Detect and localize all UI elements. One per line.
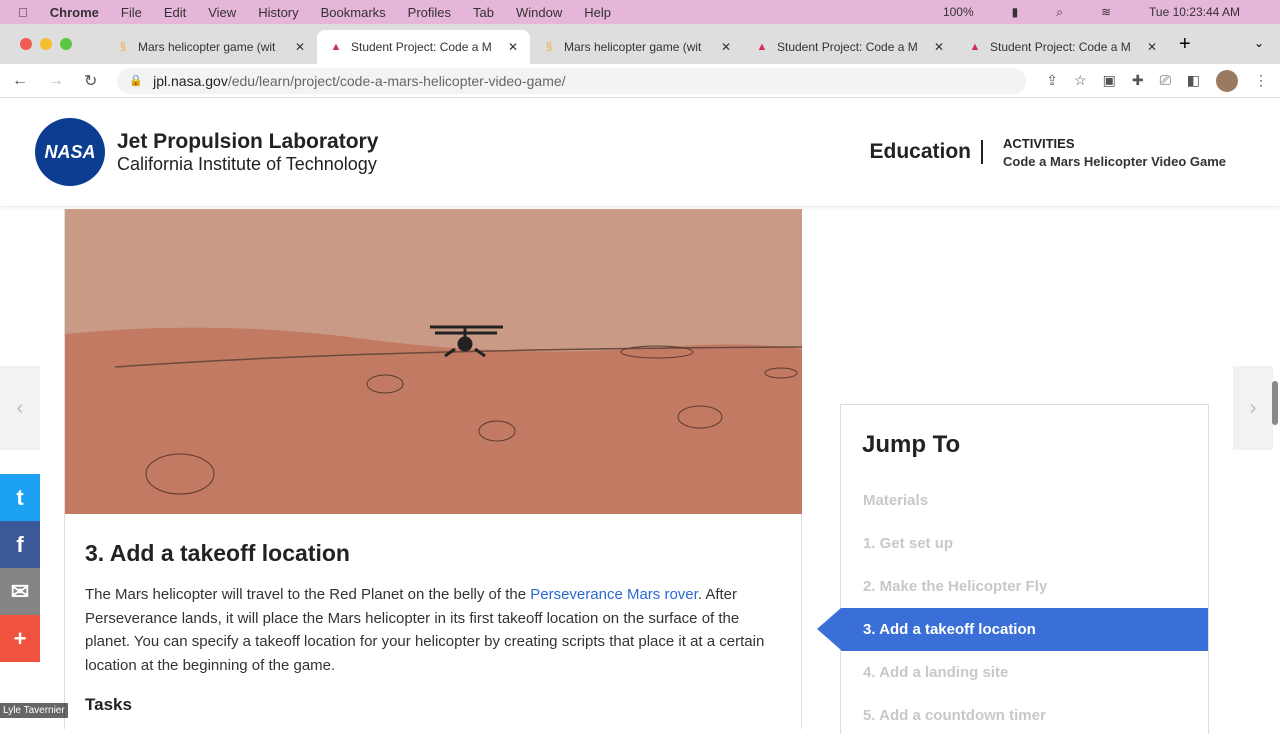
scratch-icon: § — [119, 41, 127, 53]
perseverance-link[interactable]: Perseverance Mars rover — [530, 586, 698, 603]
tab-active[interactable]: ▲ Student Project: Code a M ✕ — [317, 30, 530, 64]
page-scrollbar[interactable] — [1272, 381, 1278, 425]
scratch-icon: § — [545, 41, 553, 53]
jump-item-countdown-timer[interactable]: 5. Add a countdown timer — [841, 694, 1208, 737]
menu-chrome[interactable]: Chrome — [50, 5, 99, 20]
mars-game-video[interactable] — [65, 209, 802, 514]
more-share-button[interactable]: + — [0, 615, 40, 662]
tab[interactable]: § Mars helicopter game (wit ✕ — [530, 30, 743, 64]
jump-item-landing-site[interactable]: 4. Add a landing site — [841, 651, 1208, 694]
menu-bookmarks[interactable]: Bookmarks — [321, 5, 386, 20]
macos-menubar:  Chrome File Edit View History Bookmark… — [0, 0, 1280, 24]
lock-icon: 🔒 — [129, 75, 144, 87]
close-tab-icon[interactable]: ✕ — [508, 40, 518, 54]
breadcrumb-activities[interactable]: ACTIVITIES — [1003, 136, 1226, 151]
menu-kebab-icon[interactable]: ⋮ — [1254, 72, 1268, 89]
section-education-link[interactable]: Education — [869, 140, 983, 164]
jpl-icon: ▲ — [330, 41, 342, 53]
profile-avatar[interactable] — [1216, 69, 1238, 92]
site-header: NASA Jet Propulsion Laboratory Californi… — [0, 98, 1280, 207]
close-tab-icon[interactable]: ✕ — [721, 40, 731, 54]
section-heading: 3. Add a takeoff location — [85, 540, 350, 566]
battery-icon[interactable]: ▮ — [1012, 5, 1019, 19]
close-tab-icon[interactable]: ✕ — [934, 40, 944, 54]
social-share-bar: t f ✉ + — [0, 474, 40, 662]
menu-edit[interactable]: Edit — [164, 5, 186, 20]
tab[interactable]: § Mars helicopter game (wit ✕ — [104, 30, 317, 64]
email-share-button[interactable]: ✉ — [0, 568, 40, 615]
back-button[interactable]: ← — [12, 72, 28, 90]
facebook-share-button[interactable]: f — [0, 521, 40, 568]
jump-item-make-fly[interactable]: 2. Make the Helicopter Fly — [841, 565, 1208, 608]
breadcrumb-current: Code a Mars Helicopter Video Game — [1003, 153, 1226, 169]
cast-icon[interactable]: ⎚ — [1160, 72, 1171, 89]
menu-window[interactable]: Window — [516, 5, 562, 20]
menu-file[interactable]: File — [121, 5, 142, 20]
jump-item-takeoff-location[interactable]: 3. Add a takeoff location — [817, 608, 1208, 651]
jpl-title[interactable]: Jet Propulsion Laboratory California Ins… — [117, 130, 378, 175]
menu-history[interactable]: History — [258, 5, 298, 20]
tab[interactable]: ▲ Student Project: Code a M ✕ — [743, 30, 956, 64]
menu-view[interactable]: View — [208, 5, 236, 20]
presenter-name-label: Lyle Tavernier — [0, 703, 68, 718]
minimize-window-button[interactable] — [40, 38, 52, 50]
article: 3. Add a takeoff location The Mars helic… — [64, 209, 802, 729]
url-path: /edu/learn/project/code-a-mars-helicopte… — [227, 72, 566, 89]
close-window-button[interactable] — [20, 38, 32, 50]
jump-to-title: Jump To — [862, 431, 961, 458]
url-domain: jpl.nasa.gov — [153, 72, 228, 89]
next-arrow-button[interactable]: › — [1233, 366, 1273, 450]
prev-arrow-button[interactable]: ‹ — [0, 366, 40, 450]
tab-strip: § Mars helicopter game (wit ✕ ▲ Student Pro… — [0, 24, 1280, 64]
tab[interactable]: ▲ Student Project: Code a M ✕ — [956, 30, 1169, 64]
new-tab-button[interactable]: + — [1179, 33, 1191, 56]
tasks-heading: Tasks — [85, 695, 132, 714]
menu-profiles[interactable]: Profiles — [408, 5, 451, 20]
zoom-window-button[interactable] — [60, 38, 72, 50]
forward-button[interactable]: → — [48, 72, 64, 90]
close-tab-icon[interactable]: ✕ — [295, 40, 305, 54]
side-panel-icon[interactable]: ◧ — [1187, 72, 1200, 89]
battery-percent: 100% — [942, 5, 974, 19]
toolbar: ← → ↻ 🔒 jpl.nasa.gov/edu/learn/project/c… — [0, 64, 1280, 98]
menu-tab[interactable]: Tab — [473, 5, 494, 20]
jump-item-get-set-up[interactable]: 1. Get set up — [841, 522, 1208, 565]
tab-search-chevron-icon[interactable]: ⌄ — [1254, 36, 1264, 50]
apple-icon[interactable]:  — [18, 5, 28, 20]
wifi-icon[interactable]: ≋ — [1101, 5, 1111, 19]
menu-help[interactable]: Help — [584, 5, 611, 20]
section-paragraph: The Mars helicopter will travel to the R… — [85, 586, 765, 674]
nasa-logo[interactable]: NASA — [35, 118, 105, 186]
jpl-icon: ▲ — [756, 41, 768, 53]
puzzle-icon[interactable]: ✚ — [1132, 72, 1144, 89]
close-tab-icon[interactable]: ✕ — [1147, 40, 1157, 54]
bookmark-star-icon[interactable]: ☆ — [1074, 72, 1087, 89]
address-bar[interactable]: 🔒 jpl.nasa.gov/edu/learn/project/code-a-… — [117, 67, 1027, 94]
twitter-share-button[interactable]: t — [0, 474, 40, 521]
extension-icon[interactable]: ▣ — [1103, 72, 1116, 89]
jpl-icon: ▲ — [969, 41, 981, 53]
jump-to-nav: Jump To Materials 1. Get set up 2. Make … — [817, 404, 1209, 737]
share-icon[interactable]: ⇪ — [1046, 72, 1058, 89]
search-icon[interactable]: ⌕ — [1056, 5, 1063, 20]
clock[interactable]: Tue 10:23:44 AM — [1149, 5, 1240, 19]
reload-button[interactable]: ↻ — [84, 71, 97, 91]
jump-item-materials[interactable]: Materials — [841, 479, 1208, 522]
